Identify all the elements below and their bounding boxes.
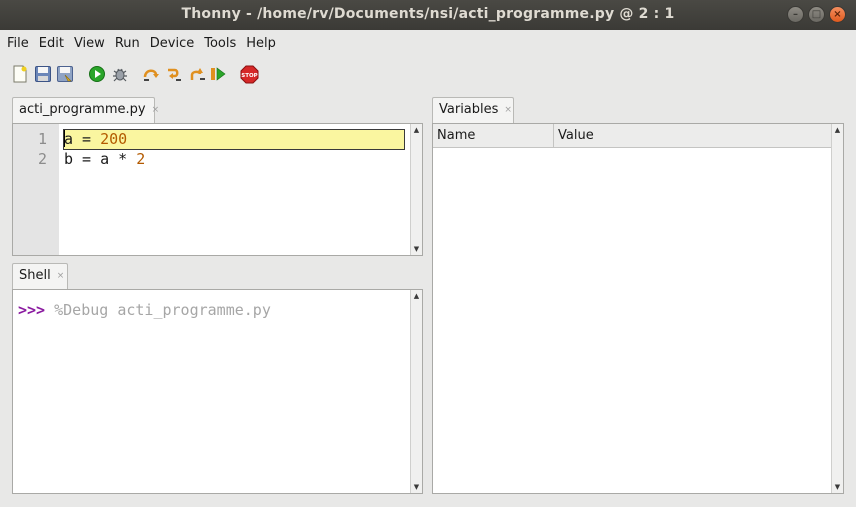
menu-bar: File Edit View Run Device Tools Help <box>0 30 856 56</box>
run-button[interactable] <box>87 64 107 84</box>
shell-prompt: >>> <box>18 301 46 319</box>
save-as-icon <box>57 66 73 82</box>
close-button[interactable]: × <box>829 6 846 23</box>
scroll-down-arrow-icon[interactable]: ▼ <box>411 243 422 255</box>
debug-button[interactable] <box>110 64 130 84</box>
code-line-2[interactable]: b = a * 2 <box>64 150 145 168</box>
scroll-up-arrow-icon[interactable]: ▲ <box>411 290 422 302</box>
column-header-name[interactable]: Name <box>433 124 554 148</box>
step-out-icon <box>190 68 205 80</box>
tab-close-icon[interactable]: × <box>57 271 65 281</box>
resume-icon <box>211 67 226 81</box>
scroll-down-arrow-icon[interactable]: ▼ <box>411 481 422 493</box>
code-text: a = <box>64 130 101 148</box>
title-bar: Thonny - /home/rv/Documents/nsi/acti_pro… <box>0 0 856 30</box>
menu-help[interactable]: Help <box>241 36 281 51</box>
menu-device[interactable]: Device <box>145 36 199 51</box>
tab-editor-label: acti_programme.py <box>19 102 146 117</box>
resume-button[interactable] <box>208 64 228 84</box>
minimize-button[interactable]: – <box>787 6 804 23</box>
scroll-up-arrow-icon[interactable]: ▲ <box>832 124 843 136</box>
menu-edit[interactable]: Edit <box>34 36 69 51</box>
svg-text:STOP: STOP <box>241 73 257 79</box>
variables-panel[interactable]: Name Value ▲ ▼ <box>432 123 844 494</box>
step-into-icon <box>168 68 181 81</box>
menu-run[interactable]: Run <box>110 36 145 51</box>
new-file-icon <box>13 65 27 83</box>
save-icon <box>35 66 51 82</box>
tab-editor-acti-programme[interactable]: acti_programme.py × <box>12 97 159 124</box>
tab-shell-label: Shell <box>19 268 51 283</box>
shell-output-line[interactable]: >>> %Debug acti_programme.py <box>18 301 271 319</box>
code-number: 200 <box>100 130 128 148</box>
stop-button[interactable]: STOP <box>239 64 259 84</box>
tab-variables[interactable]: Variables × <box>432 97 514 124</box>
line-number-gutter: 1 2 <box>13 124 59 255</box>
shell-scrollbar[interactable]: ▲ ▼ <box>410 290 422 493</box>
variables-scrollbar[interactable]: ▲ ▼ <box>831 124 843 493</box>
new-file-button[interactable] <box>10 64 30 84</box>
code-line-1[interactable]: a = 200 <box>64 130 127 148</box>
debug-icon <box>113 68 127 82</box>
editor-scrollbar[interactable]: ▲ ▼ <box>410 124 422 255</box>
shell-panel[interactable]: >>> %Debug acti_programme.py ▲ ▼ <box>12 289 423 494</box>
maximize-button[interactable]: □ <box>808 6 825 23</box>
step-out-button[interactable] <box>187 64 207 84</box>
menu-file[interactable]: File <box>2 36 34 51</box>
menu-tools[interactable]: Tools <box>199 36 241 51</box>
window-title: Thonny - /home/rv/Documents/nsi/acti_pro… <box>181 6 675 22</box>
step-into-button[interactable] <box>164 64 184 84</box>
run-icon <box>89 66 105 82</box>
shell-command: %Debug acti_programme.py <box>45 301 271 319</box>
step-over-icon <box>143 69 159 81</box>
editor-panel[interactable]: 1 2 a = 200 b = a * 2 ▲ ▼ <box>12 123 423 256</box>
step-over-button[interactable] <box>141 64 161 84</box>
tab-variables-label: Variables <box>439 102 499 117</box>
code-number: 2 <box>136 150 146 168</box>
save-as-button[interactable] <box>55 64 75 84</box>
variables-table-header: Name Value <box>433 124 831 148</box>
code-text: b = a * <box>64 150 137 168</box>
column-header-value[interactable]: Value <box>554 124 833 148</box>
tab-close-icon[interactable]: × <box>504 105 512 115</box>
stop-icon: STOP <box>240 65 258 83</box>
line-number: 1 <box>37 130 47 148</box>
scroll-down-arrow-icon[interactable]: ▼ <box>832 481 843 493</box>
scroll-up-arrow-icon[interactable]: ▲ <box>411 124 422 136</box>
tab-shell[interactable]: Shell × <box>12 263 68 290</box>
tab-close-icon[interactable]: × <box>152 105 160 115</box>
save-button[interactable] <box>33 64 53 84</box>
line-number: 2 <box>37 150 47 168</box>
toolbar: STOP <box>0 58 856 90</box>
menu-view[interactable]: View <box>69 36 110 51</box>
